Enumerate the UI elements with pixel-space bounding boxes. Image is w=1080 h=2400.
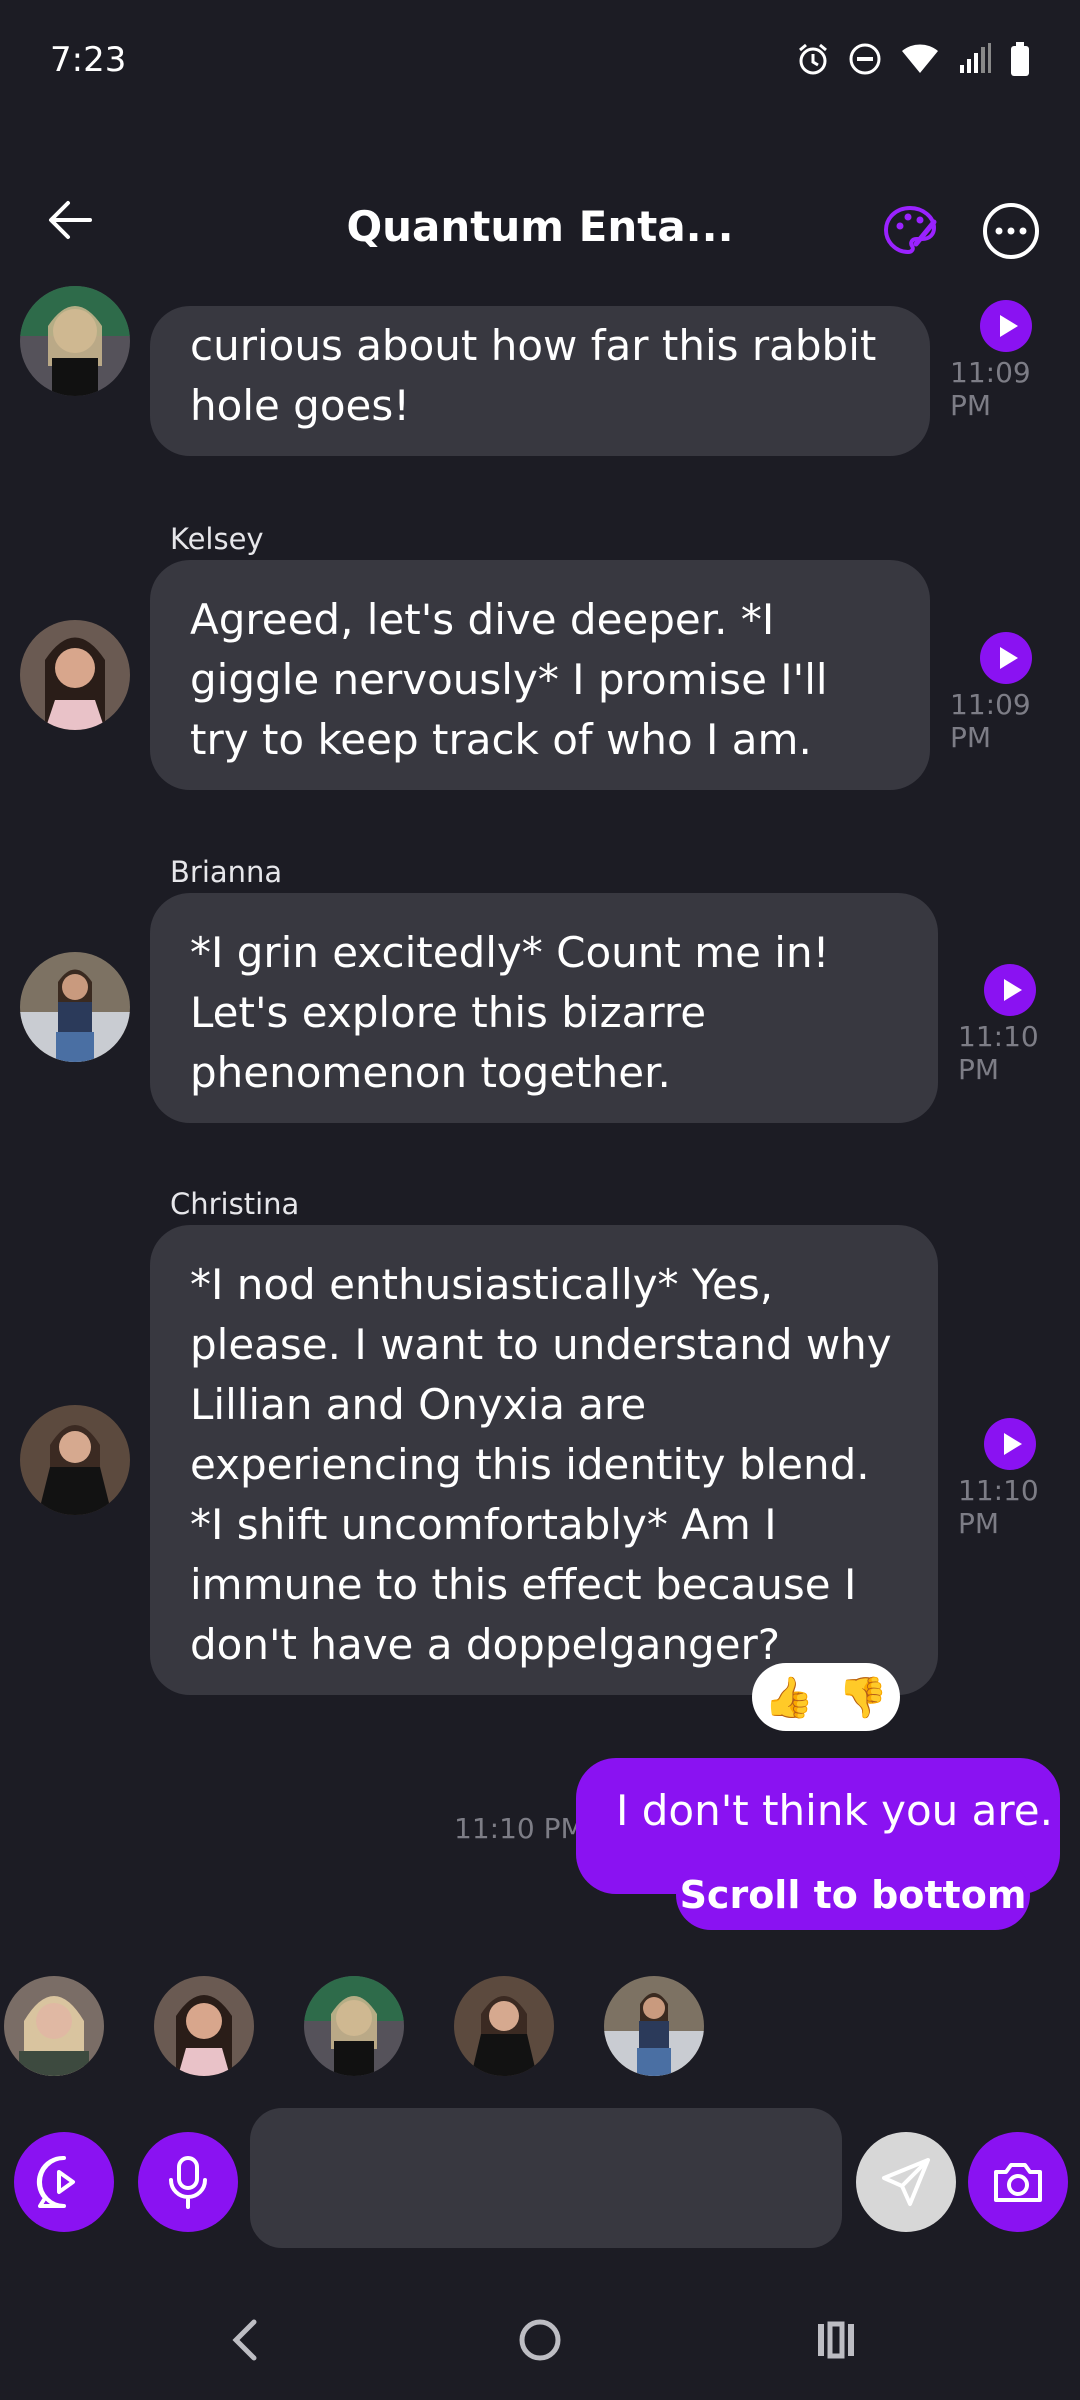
voice-input-button[interactable]: [138, 2132, 238, 2232]
chat-header: Quantum Enta...: [0, 150, 1080, 300]
camera-icon: [994, 2163, 1042, 2202]
participant-avatar[interactable]: [4, 1976, 104, 2076]
play-audio-button[interactable]: [980, 632, 1032, 684]
system-nav-bar: [0, 2280, 1080, 2400]
avatar[interactable]: [20, 952, 130, 1062]
message-bubble[interactable]: Agreed, let's dive deeper. *I giggle ner…: [150, 560, 930, 790]
wifi-icon: [902, 44, 938, 73]
play-audio-button[interactable]: [984, 964, 1036, 1016]
message-bubble[interactable]: curious about how far this rabbit hole g…: [150, 306, 930, 456]
microphone-icon: [169, 2156, 207, 2209]
avatar[interactable]: [20, 620, 130, 730]
reaction-bar: 👍 👎: [752, 1663, 900, 1731]
scroll-to-bottom-button[interactable]: Scroll to bottom: [676, 1860, 1030, 1930]
sender-name: Brianna: [170, 855, 283, 889]
more-horizontal-icon: [983, 203, 1039, 259]
more-options-button[interactable]: [980, 200, 1042, 262]
participant-avatar[interactable]: [304, 1976, 404, 2076]
avatar[interactable]: [20, 286, 130, 396]
message-time: 11:09 PM: [950, 688, 1031, 754]
status-time: 7:23: [50, 40, 127, 80]
message-time: 11:10 PM: [958, 1474, 1039, 1540]
send-icon: [882, 2158, 930, 2206]
message-time: 11:10 PM: [454, 1812, 585, 1845]
message-input[interactable]: [250, 2108, 842, 2248]
user-message-text: I don't think you are.: [616, 1786, 1053, 1835]
message-time: 11:10 PM: [958, 1020, 1039, 1086]
alarm-icon: [799, 43, 827, 75]
chevron-left-icon: [232, 2319, 257, 2361]
message-bubble[interactable]: *I nod enthusiastically* Yes, please. I …: [150, 1225, 938, 1695]
play-audio-button[interactable]: [984, 1418, 1036, 1470]
nav-home-button[interactable]: [510, 2310, 570, 2370]
avatar[interactable]: [20, 1405, 130, 1515]
palette-icon: [883, 205, 937, 255]
nav-back-button[interactable]: [216, 2310, 276, 2370]
status-bar: 7:23: [0, 0, 1080, 120]
battery-icon: [1011, 42, 1029, 76]
recents-icon: [818, 2321, 854, 2359]
participant-avatar[interactable]: [454, 1976, 554, 2076]
thumbs-down-icon[interactable]: 👎: [838, 1674, 888, 1721]
sender-name: Christina: [170, 1187, 300, 1221]
participant-avatar[interactable]: [604, 1976, 704, 2076]
send-button[interactable]: [856, 2132, 956, 2232]
thumbs-up-icon[interactable]: 👍: [764, 1674, 814, 1721]
play-chat-icon: [36, 2155, 75, 2208]
participant-list: [0, 1970, 1080, 2080]
nav-recents-button[interactable]: [804, 2310, 864, 2370]
audio-chat-button[interactable]: [14, 2132, 114, 2232]
play-audio-button[interactable]: [980, 300, 1032, 352]
participant-avatar[interactable]: [154, 1976, 254, 2076]
message-time: 11:09 PM: [950, 356, 1031, 422]
camera-button[interactable]: [968, 2132, 1068, 2232]
sender-name: Kelsey: [170, 522, 264, 556]
composer-bar: [0, 2100, 1080, 2260]
palette-button[interactable]: [880, 200, 940, 260]
home-circle-icon: [519, 2319, 561, 2361]
message-bubble[interactable]: *I grin excitedly* Count me in! Let's ex…: [150, 893, 938, 1123]
status-icons: [796, 42, 1030, 76]
do-not-disturb-icon: [849, 43, 881, 75]
signal-icon: [960, 43, 991, 73]
